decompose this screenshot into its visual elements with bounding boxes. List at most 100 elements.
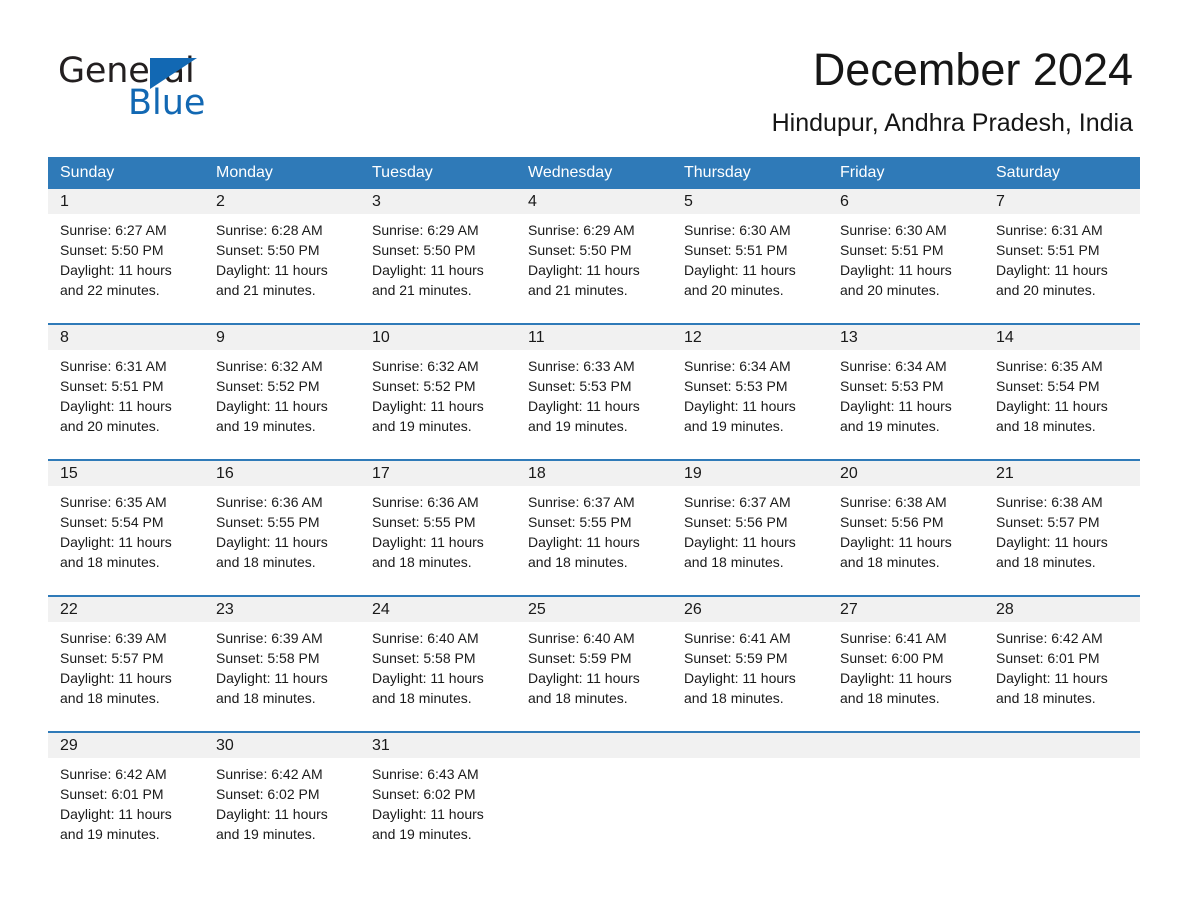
week-row: 1 Sunrise: 6:27 AM Sunset: 5:50 PM Dayli… — [48, 189, 1140, 311]
day-info: Sunrise: 6:38 AM Sunset: 5:56 PM Dayligh… — [828, 486, 984, 572]
day-info: Sunrise: 6:42 AM Sunset: 6:02 PM Dayligh… — [204, 758, 360, 844]
day-cell[interactable]: 31 Sunrise: 6:43 AM Sunset: 6:02 PM Dayl… — [360, 733, 516, 855]
week-row: 29 Sunrise: 6:42 AM Sunset: 6:01 PM Dayl… — [48, 731, 1140, 855]
day-number-strip: 21 — [984, 461, 1140, 486]
daylight-text-line2: and 19 minutes. — [60, 826, 160, 842]
day-number: 3 — [372, 193, 381, 210]
day-cell[interactable]: 21 Sunrise: 6:38 AM Sunset: 5:57 PM Dayl… — [984, 461, 1140, 583]
day-number: 15 — [60, 465, 78, 482]
day-cell[interactable]: 12 Sunrise: 6:34 AM Sunset: 5:53 PM Dayl… — [672, 325, 828, 447]
day-cell[interactable]: 4 Sunrise: 6:29 AM Sunset: 5:50 PM Dayli… — [516, 189, 672, 311]
sunset-text: Sunset: 5:58 PM — [372, 650, 476, 666]
day-info: Sunrise: 6:30 AM Sunset: 5:51 PM Dayligh… — [828, 214, 984, 300]
day-cell[interactable]: 8 Sunrise: 6:31 AM Sunset: 5:51 PM Dayli… — [48, 325, 204, 447]
day-number: 14 — [996, 329, 1014, 346]
day-cell[interactable]: 29 Sunrise: 6:42 AM Sunset: 6:01 PM Dayl… — [48, 733, 204, 855]
day-cell[interactable]: 2 Sunrise: 6:28 AM Sunset: 5:50 PM Dayli… — [204, 189, 360, 311]
sunrise-text: Sunrise: 6:29 AM — [372, 222, 479, 238]
day-cell[interactable]: 19 Sunrise: 6:37 AM Sunset: 5:56 PM Dayl… — [672, 461, 828, 583]
day-number: 18 — [528, 465, 546, 482]
day-cell-empty — [984, 733, 1140, 855]
day-number-strip: 15 — [48, 461, 204, 486]
day-cell[interactable]: 3 Sunrise: 6:29 AM Sunset: 5:50 PM Dayli… — [360, 189, 516, 311]
weekday-header-tuesday: Tuesday — [372, 164, 433, 181]
daylight-text-line1: Daylight: 11 hours — [216, 398, 328, 414]
day-cell[interactable]: 25 Sunrise: 6:40 AM Sunset: 5:59 PM Dayl… — [516, 597, 672, 719]
daylight-text-line2: and 22 minutes. — [60, 282, 160, 298]
day-cell[interactable]: 20 Sunrise: 6:38 AM Sunset: 5:56 PM Dayl… — [828, 461, 984, 583]
day-info: Sunrise: 6:36 AM Sunset: 5:55 PM Dayligh… — [360, 486, 516, 572]
day-cell[interactable]: 10 Sunrise: 6:32 AM Sunset: 5:52 PM Dayl… — [360, 325, 516, 447]
sunset-text: Sunset: 5:56 PM — [840, 514, 944, 530]
day-cell[interactable]: 13 Sunrise: 6:34 AM Sunset: 5:53 PM Dayl… — [828, 325, 984, 447]
weekday-header-sunday: Sunday — [60, 164, 115, 181]
daylight-text-line2: and 18 minutes. — [528, 690, 628, 706]
logo-text-blue: Blue — [128, 83, 206, 123]
daylight-text-line2: and 18 minutes. — [528, 554, 628, 570]
daylight-text-line1: Daylight: 11 hours — [996, 398, 1108, 414]
day-cell[interactable]: 16 Sunrise: 6:36 AM Sunset: 5:55 PM Dayl… — [204, 461, 360, 583]
daylight-text-line1: Daylight: 11 hours — [216, 670, 328, 686]
day-cell[interactable]: 1 Sunrise: 6:27 AM Sunset: 5:50 PM Dayli… — [48, 189, 204, 311]
day-info: Sunrise: 6:34 AM Sunset: 5:53 PM Dayligh… — [672, 350, 828, 436]
day-cell[interactable]: 18 Sunrise: 6:37 AM Sunset: 5:55 PM Dayl… — [516, 461, 672, 583]
day-cell[interactable]: 26 Sunrise: 6:41 AM Sunset: 5:59 PM Dayl… — [672, 597, 828, 719]
day-cell-empty — [672, 733, 828, 855]
day-cell[interactable]: 22 Sunrise: 6:39 AM Sunset: 5:57 PM Dayl… — [48, 597, 204, 719]
page-title: December 2024 — [812, 44, 1133, 95]
daylight-text-line1: Daylight: 11 hours — [372, 670, 484, 686]
daylight-text-line2: and 20 minutes. — [60, 418, 160, 434]
daylight-text-line2: and 19 minutes. — [528, 418, 628, 434]
day-cell[interactable]: 23 Sunrise: 6:39 AM Sunset: 5:58 PM Dayl… — [204, 597, 360, 719]
generalblue-logo[interactable]: General Blue — [58, 52, 318, 122]
day-cell[interactable]: 30 Sunrise: 6:42 AM Sunset: 6:02 PM Dayl… — [204, 733, 360, 855]
daylight-text-line1: Daylight: 11 hours — [840, 670, 952, 686]
day-info: Sunrise: 6:27 AM Sunset: 5:50 PM Dayligh… — [48, 214, 204, 300]
sunset-text: Sunset: 5:53 PM — [528, 378, 632, 394]
day-cell[interactable]: 28 Sunrise: 6:42 AM Sunset: 6:01 PM Dayl… — [984, 597, 1140, 719]
day-number-strip: 14 — [984, 325, 1140, 350]
day-info — [516, 758, 672, 764]
day-info: Sunrise: 6:43 AM Sunset: 6:02 PM Dayligh… — [360, 758, 516, 844]
daylight-text-line1: Daylight: 11 hours — [60, 262, 172, 278]
day-number: 12 — [684, 329, 702, 346]
day-cell[interactable]: 7 Sunrise: 6:31 AM Sunset: 5:51 PM Dayli… — [984, 189, 1140, 311]
day-number-strip: 26 — [672, 597, 828, 622]
daylight-text-line2: and 18 minutes. — [996, 418, 1096, 434]
day-cell[interactable]: 17 Sunrise: 6:36 AM Sunset: 5:55 PM Dayl… — [360, 461, 516, 583]
daylight-text-line1: Daylight: 11 hours — [840, 398, 952, 414]
day-number-strip: 17 — [360, 461, 516, 486]
week-row: 15 Sunrise: 6:35 AM Sunset: 5:54 PM Dayl… — [48, 459, 1140, 583]
day-cell[interactable]: 5 Sunrise: 6:30 AM Sunset: 5:51 PM Dayli… — [672, 189, 828, 311]
sunrise-text: Sunrise: 6:36 AM — [216, 494, 323, 510]
day-info: Sunrise: 6:28 AM Sunset: 5:50 PM Dayligh… — [204, 214, 360, 300]
day-info: Sunrise: 6:32 AM Sunset: 5:52 PM Dayligh… — [204, 350, 360, 436]
day-number-strip: 25 — [516, 597, 672, 622]
sunrise-text: Sunrise: 6:34 AM — [840, 358, 947, 374]
sunrise-text: Sunrise: 6:30 AM — [840, 222, 947, 238]
daylight-text-line1: Daylight: 11 hours — [60, 670, 172, 686]
daylight-text-line2: and 18 minutes. — [840, 690, 940, 706]
day-cell[interactable]: 9 Sunrise: 6:32 AM Sunset: 5:52 PM Dayli… — [204, 325, 360, 447]
day-cell[interactable]: 15 Sunrise: 6:35 AM Sunset: 5:54 PM Dayl… — [48, 461, 204, 583]
day-cell[interactable]: 11 Sunrise: 6:33 AM Sunset: 5:53 PM Dayl… — [516, 325, 672, 447]
weekday-header-saturday: Saturday — [996, 164, 1061, 181]
daylight-text-line2: and 21 minutes. — [216, 282, 316, 298]
sunset-text: Sunset: 5:53 PM — [840, 378, 944, 394]
daylight-text-line1: Daylight: 11 hours — [60, 398, 172, 414]
sunset-text: Sunset: 5:50 PM — [60, 242, 164, 258]
day-cell[interactable]: 6 Sunrise: 6:30 AM Sunset: 5:51 PM Dayli… — [828, 189, 984, 311]
day-cell[interactable]: 14 Sunrise: 6:35 AM Sunset: 5:54 PM Dayl… — [984, 325, 1140, 447]
day-cell[interactable]: 27 Sunrise: 6:41 AM Sunset: 6:00 PM Dayl… — [828, 597, 984, 719]
sunrise-text: Sunrise: 6:41 AM — [684, 630, 791, 646]
sunrise-text: Sunrise: 6:35 AM — [996, 358, 1103, 374]
sunrise-text: Sunrise: 6:27 AM — [60, 222, 167, 238]
sunrise-text: Sunrise: 6:39 AM — [216, 630, 323, 646]
day-cell[interactable]: 24 Sunrise: 6:40 AM Sunset: 5:58 PM Dayl… — [360, 597, 516, 719]
daylight-text-line2: and 19 minutes. — [372, 826, 472, 842]
day-number: 2 — [216, 193, 225, 210]
daylight-text-line1: Daylight: 11 hours — [216, 534, 328, 550]
day-number-strip: 31 — [360, 733, 516, 758]
day-number: 9 — [216, 329, 225, 346]
daylight-text-line1: Daylight: 11 hours — [528, 670, 640, 686]
